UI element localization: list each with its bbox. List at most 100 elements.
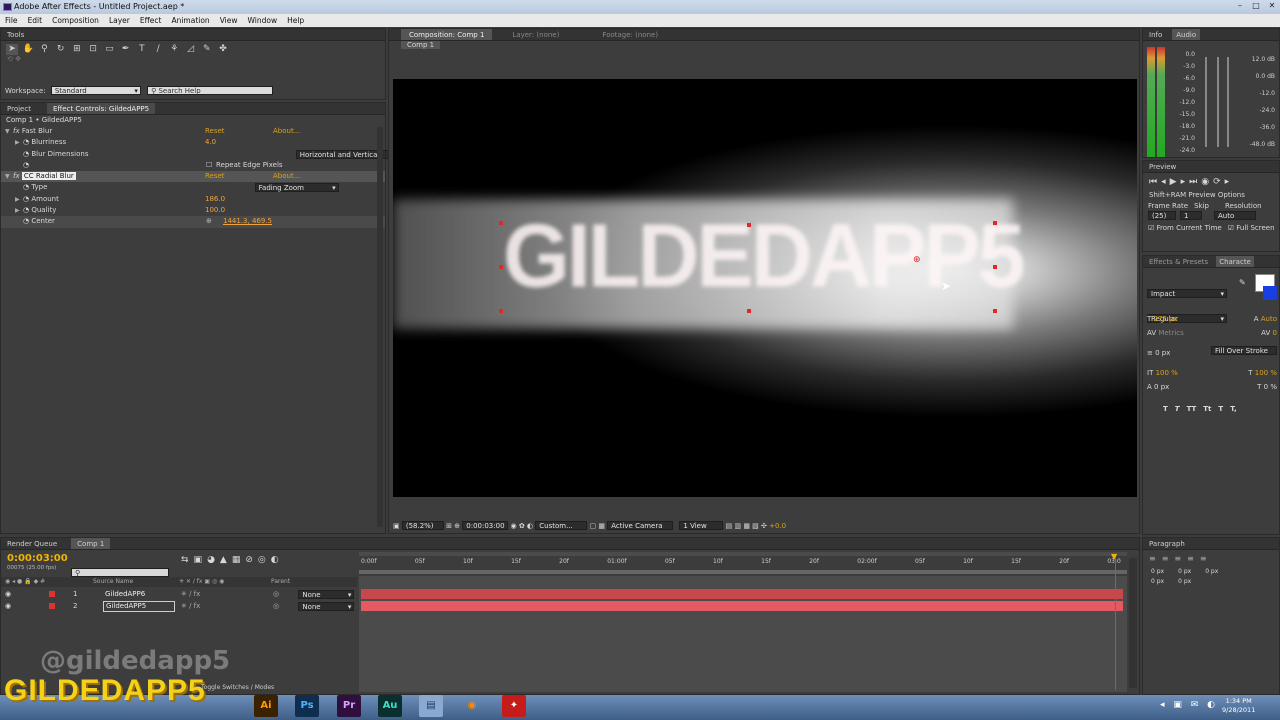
superscript-button[interactable]: T (1218, 402, 1223, 416)
pickwhip-icon[interactable]: ◎ (273, 589, 279, 600)
tab-render-queue[interactable]: Render Queue (7, 538, 57, 549)
first-line-value[interactable]: 0 px (1205, 567, 1218, 577)
layer-bar-2[interactable] (361, 601, 1123, 611)
leading-value[interactable]: Auto (1261, 315, 1277, 323)
timeline-scrollbar[interactable] (1129, 558, 1137, 688)
play-icon[interactable]: ▶ (1170, 177, 1181, 187)
align-left-icon[interactable]: ≡ (1149, 554, 1162, 563)
tab-effects-presets[interactable]: Effects & Presets (1149, 256, 1208, 267)
radial-blur-reset[interactable]: Reset (205, 171, 225, 182)
puppet-tool-icon[interactable]: ✤ (217, 44, 229, 55)
indent-left-value[interactable]: 0 px (1151, 567, 1164, 577)
center-value[interactable]: 1441.3, 469.5 (223, 216, 272, 227)
justify-icon[interactable]: ≡ (1187, 554, 1200, 563)
tracking-value[interactable]: 0 (1273, 329, 1277, 337)
bounding-handle[interactable] (499, 221, 503, 225)
radial-blur-about[interactable]: About... (273, 171, 300, 182)
snapshot-icon[interactable]: ◉ ✿ ◐ (511, 522, 536, 530)
parent-header[interactable]: Parent (271, 577, 290, 587)
frame-blending-icon[interactable]: ▲ (220, 555, 232, 565)
layer-color-label[interactable] (49, 603, 55, 609)
search-help-input[interactable]: ⚲ Search Help (147, 86, 274, 95)
stroke-color-swatch[interactable] (1263, 286, 1277, 300)
bounding-handle[interactable] (993, 221, 997, 225)
expand-triangle-icon[interactable]: ▶ (15, 194, 23, 205)
menu-edit[interactable]: Edit (23, 14, 48, 27)
auto-keyframe-icon[interactable]: ◐ (271, 555, 284, 565)
selection-tool-icon[interactable]: ➤ (6, 44, 18, 55)
zoom-select[interactable]: (58.2%) (401, 521, 444, 530)
type-tool-icon[interactable]: T (136, 44, 148, 55)
tab-paragraph[interactable]: Paragraph (1143, 538, 1279, 550)
taskbar-app-icon[interactable]: ✦ (502, 695, 526, 717)
stroke-width-value[interactable]: 0 px (1155, 349, 1170, 357)
clone-tool-icon[interactable]: ⚘ (168, 44, 180, 55)
tab-composition[interactable]: Composition: Comp 1 (401, 29, 493, 40)
eyedropper-icon[interactable]: ✎ (1239, 278, 1246, 287)
small-caps-button[interactable]: Tt (1203, 402, 1211, 416)
tab-effect-controls[interactable]: Effect Controls: GildedAPP5 (47, 103, 156, 114)
bounding-handle[interactable] (993, 265, 997, 269)
fast-blur-about[interactable]: About... (273, 126, 300, 137)
scrollbar[interactable] (377, 127, 383, 527)
eraser-tool-icon[interactable]: ◿ (185, 44, 197, 55)
tab-info[interactable]: Info (1149, 29, 1162, 40)
toggle-switches-modes[interactable]: Toggle Switches / Modes (201, 684, 274, 691)
expand-triangle-icon[interactable]: ▼ (5, 126, 13, 137)
prev-frame-icon[interactable]: ◂ (1161, 177, 1170, 187)
brainstorm-icon[interactable]: ⊘ (245, 555, 258, 565)
pen-tool-icon[interactable]: ✒ (120, 44, 132, 55)
full-screen-checkbox[interactable]: ☑ Full Screen (1228, 223, 1275, 234)
first-frame-icon[interactable]: ⏮ (1149, 177, 1161, 187)
view-options-icon[interactable]: ▤ ▥ ▦ ▧ ✣ (726, 522, 769, 530)
layer-row-1[interactable]: ◉ 1 GildedAPP6 ✳ ∕ fx ◎ None ▾ (1, 589, 357, 601)
tab-project[interactable]: Project (7, 103, 47, 114)
baseline-value[interactable]: 0 px (1154, 383, 1169, 391)
camera-tool-icon[interactable]: ⊞ (71, 44, 83, 55)
minimize-button[interactable]: – (1232, 0, 1248, 12)
from-current-checkbox[interactable]: ☑ From Current Time (1148, 223, 1222, 234)
menu-view[interactable]: View (215, 14, 243, 27)
level-slider-left[interactable] (1205, 57, 1207, 147)
layer-name[interactable]: GildedAPP6 (105, 589, 145, 600)
level-slider-master[interactable] (1227, 57, 1229, 147)
resolution-select[interactable]: Auto (1214, 211, 1256, 220)
comp-subtab[interactable]: Comp 1 (401, 41, 441, 49)
pan-behind-tool-icon[interactable]: ⊡ (87, 44, 99, 55)
views-select[interactable]: 1 View (679, 521, 724, 530)
hand-tool-icon[interactable]: ✋ (22, 44, 34, 55)
align-right-icon[interactable]: ≡ (1174, 554, 1187, 563)
safe-zones-icon[interactable]: ⊞ ⊕ (446, 522, 462, 530)
vertical-scale-value[interactable]: 100 % (1156, 369, 1178, 377)
composition-mini-flowchart-icon[interactable]: ⇆ (181, 555, 194, 565)
kerning-value[interactable]: Metrics (1158, 329, 1183, 337)
faux-bold-button[interactable]: T (1163, 402, 1168, 416)
playhead-handle-icon[interactable]: ▼ (1111, 552, 1117, 561)
taskbar-illustrator[interactable]: Ai (254, 695, 278, 717)
fast-blur-row[interactable]: ▼ fx Fast Blur Reset About... (1, 126, 385, 137)
justify-all-icon[interactable]: ≡ (1200, 554, 1213, 563)
resolution-select[interactable]: Custom... (535, 521, 588, 530)
amount-value[interactable]: 186.0 (205, 194, 225, 205)
taskbar-audition[interactable]: Au (378, 695, 402, 717)
hide-shy-icon[interactable]: ◕ (207, 555, 220, 565)
all-caps-button[interactable]: TT (1187, 402, 1197, 416)
expand-triangle-icon[interactable]: ▶ (15, 205, 23, 216)
fast-blur-reset[interactable]: Reset (205, 126, 225, 137)
taskbar-blender-icon[interactable]: ◉ (460, 695, 484, 717)
audio-icon[interactable]: ◉ (1201, 177, 1213, 187)
horizontal-scale-value[interactable]: 100 % (1255, 369, 1277, 377)
motion-blur-icon[interactable]: ▦ (232, 555, 246, 565)
menu-effect[interactable]: Effect (135, 14, 167, 27)
pickwhip-icon[interactable]: ◎ (273, 601, 279, 612)
tab-footage[interactable]: Footage: (none) (592, 29, 658, 40)
bounding-handle[interactable] (747, 223, 751, 227)
taskbar-premiere[interactable]: Pr (337, 695, 361, 717)
bounding-handle[interactable] (993, 309, 997, 313)
tab-comp[interactable]: Comp 1 (71, 538, 111, 549)
graph-editor-icon[interactable]: ◎ (258, 555, 271, 565)
expand-triangle-icon[interactable]: ▶ (15, 137, 23, 148)
space-after-value[interactable]: 0 px (1178, 577, 1191, 587)
menu-layer[interactable]: Layer (104, 14, 135, 27)
bounding-handle[interactable] (499, 309, 503, 313)
